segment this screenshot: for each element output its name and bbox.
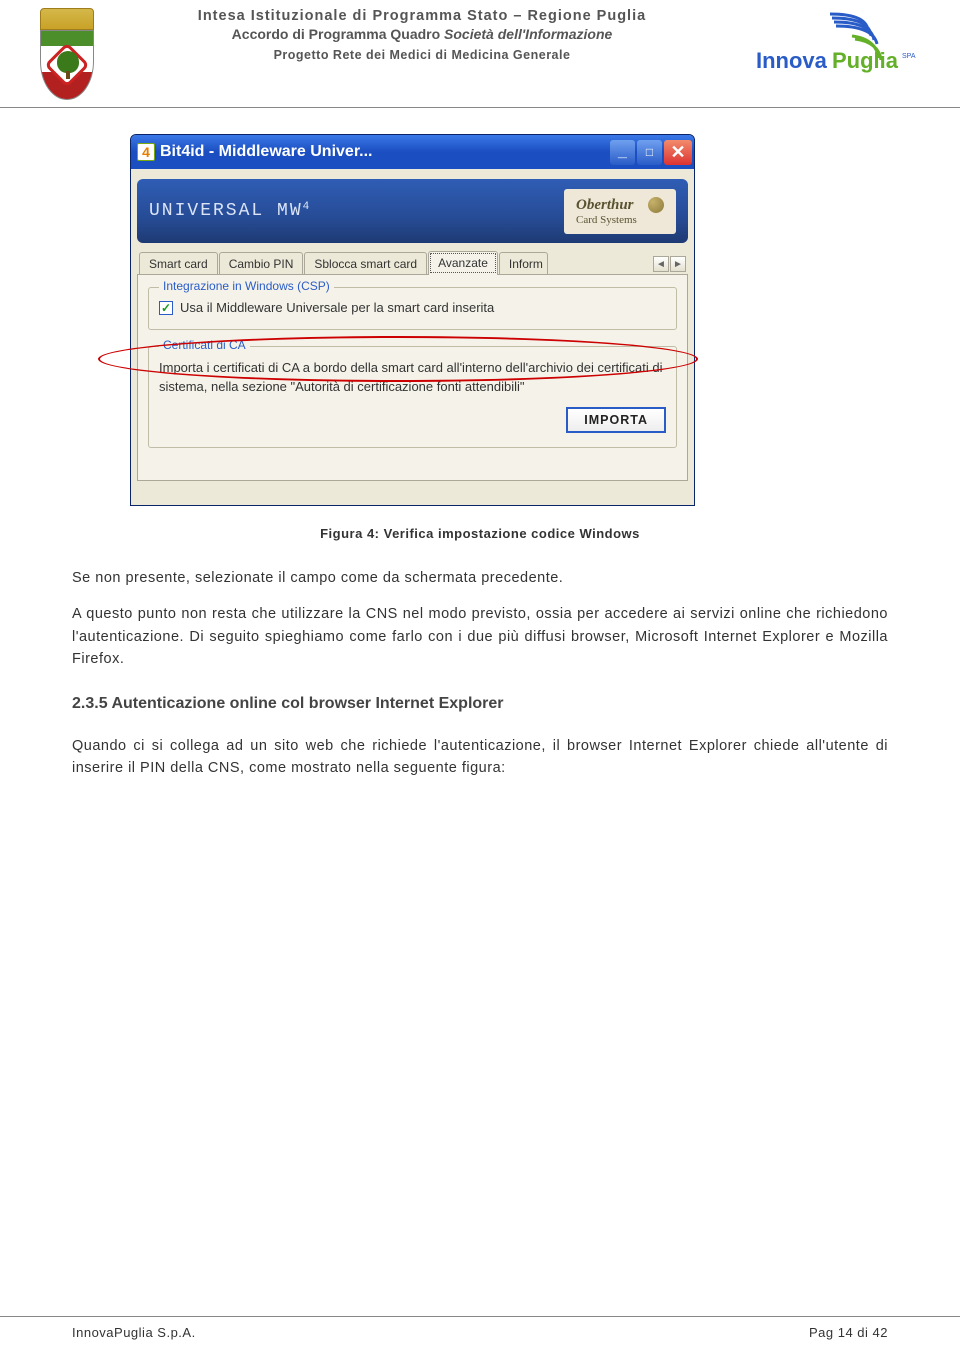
window-title: Bit4id - Middleware Univer...	[160, 143, 373, 161]
group-csp: Integrazione in Windows (CSP) ✓ Usa il M…	[148, 287, 677, 330]
app-icon: 4	[137, 143, 155, 161]
header-line-2: Accordo di Programma Quadro Società dell…	[102, 26, 742, 42]
globe-icon	[648, 197, 664, 213]
checkbox-label: Usa il Middleware Universale per la smar…	[180, 300, 494, 315]
page-footer: InnovaPuglia S.p.A. Pag 14 di 42	[0, 1316, 960, 1340]
brand-right: Oberthur Card Systems	[564, 189, 676, 234]
tab-cambio-pin[interactable]: Cambio PIN	[219, 252, 304, 274]
checkmark-icon: ✓	[159, 301, 173, 315]
importa-button[interactable]: IMPORTA	[566, 407, 666, 433]
footer-right: Pag 14 di 42	[809, 1325, 888, 1340]
header-line-1: Intesa Istituzionale di Programma Stato …	[102, 8, 742, 24]
tab-scroll-left-icon[interactable]: ◄	[653, 256, 669, 272]
page-header: Intesa Istituzionale di Programma Stato …	[0, 0, 960, 108]
paragraph-1: Se non presente, selezionate il campo co…	[72, 567, 888, 589]
app-window: 4 Bit4id - Middleware Univer... _ □ ✕ UN…	[130, 134, 695, 506]
svg-text:SPA: SPA	[902, 53, 916, 60]
close-button[interactable]: ✕	[664, 140, 692, 165]
figure-caption: Figura 4: Verifica impostazione codice W…	[0, 526, 960, 541]
group-ca-legend: Certificati di CA	[159, 338, 250, 352]
group-ca: Certificati di CA Importa i certificati …	[148, 346, 677, 448]
tab-smart-card[interactable]: Smart card	[139, 252, 218, 274]
minimize-button[interactable]: _	[610, 140, 635, 165]
tab-scroll-right-icon[interactable]: ►	[670, 256, 686, 272]
brand-banner: UNIVERSAL MW4 Oberthur Card Systems	[137, 179, 688, 243]
body-text-1: Se non presente, selezionate il campo co…	[72, 567, 888, 671]
innovapuglia-logo: Innova Puglia SPA	[750, 8, 920, 85]
tab-inform[interactable]: Inform	[499, 252, 548, 274]
screenshot-figure: 4 Bit4id - Middleware Univer... _ □ ✕ UN…	[130, 134, 695, 506]
checkbox-use-middleware[interactable]: ✓ Usa il Middleware Universale per la sm…	[159, 300, 666, 315]
group-csp-legend: Integrazione in Windows (CSP)	[159, 279, 334, 293]
tab-bar: Smart card Cambio PIN Sblocca smart card…	[137, 251, 688, 275]
footer-left: InnovaPuglia S.p.A.	[72, 1325, 196, 1340]
tab-avanzate[interactable]: Avanzate	[428, 251, 498, 275]
header-titles: Intesa Istituzionale di Programma Stato …	[94, 8, 750, 62]
tab-pane-avanzate: Integrazione in Windows (CSP) ✓ Usa il M…	[137, 275, 688, 481]
paragraph-2: A questo punto non resta che utilizzare …	[72, 603, 888, 670]
svg-text:Innova: Innova	[756, 48, 828, 73]
brand-left: UNIVERSAL MW4	[149, 201, 311, 221]
tab-scroll: ◄ ►	[651, 254, 688, 274]
group-ca-text: Importa i certificati di CA a bordo dell…	[159, 359, 666, 397]
titlebar: 4 Bit4id - Middleware Univer... _ □ ✕	[131, 135, 694, 169]
region-crest-icon	[40, 8, 94, 103]
header-line-3: Progetto Rete dei Medici di Medicina Gen…	[102, 48, 742, 62]
svg-text:Puglia: Puglia	[832, 48, 899, 73]
body-text-2: Quando ci si collega ad un sito web che …	[72, 735, 888, 780]
paragraph-3: Quando ci si collega ad un sito web che …	[72, 735, 888, 780]
tab-sblocca[interactable]: Sblocca smart card	[304, 252, 427, 274]
section-heading: 2.3.5 Autenticazione online col browser …	[72, 695, 888, 713]
maximize-button[interactable]: □	[637, 140, 662, 165]
